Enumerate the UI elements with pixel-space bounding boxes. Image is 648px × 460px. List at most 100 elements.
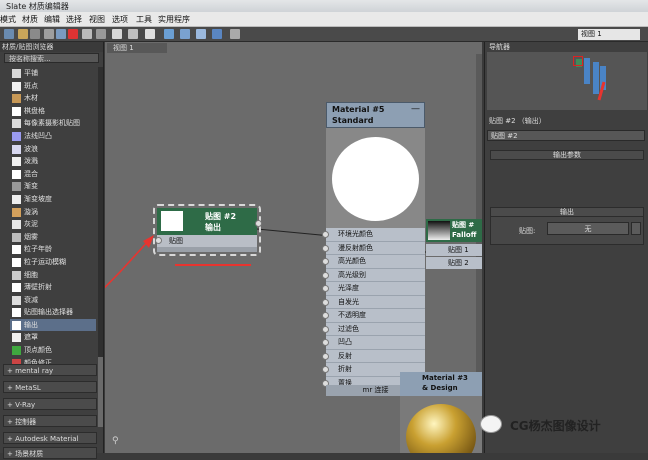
menu-view[interactable]: 视图 [89, 14, 105, 25]
select-tool-icon[interactable] [4, 29, 14, 39]
map-list-item[interactable]: 斑点 [10, 80, 96, 93]
rollout-autodesk-library[interactable]: + Autodesk Material Library [3, 432, 97, 455]
material-node-header[interactable]: Material #5 Standard — [326, 102, 425, 128]
background-icon[interactable] [112, 29, 122, 39]
map-list-item[interactable]: 法线凹凸 [10, 130, 96, 143]
reset-icon[interactable] [56, 29, 66, 39]
zoom-icon[interactable] [230, 29, 240, 39]
map-name-field[interactable]: 贴图 #2 [487, 130, 645, 141]
move-children-icon[interactable] [82, 29, 92, 39]
slot-socket[interactable] [322, 271, 329, 279]
menu-options[interactable]: 选项 [112, 14, 128, 25]
output-node-slot[interactable]: 贴图 [155, 235, 257, 247]
material-slot[interactable]: 自发光 [322, 295, 425, 309]
navigator-view[interactable] [487, 52, 647, 110]
pick-tool-icon[interactable] [18, 29, 28, 39]
menu-utilities[interactable]: 实用程序 [158, 14, 190, 25]
rollout-controllers[interactable]: + 控制器 [3, 415, 97, 427]
transform-icon[interactable] [180, 29, 190, 39]
slot-socket[interactable] [322, 352, 329, 360]
menu-material[interactable]: 材质 [22, 14, 38, 25]
rollout-output[interactable]: 输出 [490, 207, 644, 217]
map-list-item[interactable]: 粒子运动模糊 [10, 256, 96, 269]
delete-icon[interactable] [68, 29, 78, 39]
map-list-item[interactable]: 木材 [10, 92, 96, 105]
material-slot[interactable]: 环境光颜色 [322, 228, 425, 242]
slot-socket[interactable] [322, 366, 329, 373]
material-slot[interactable]: 光泽度 [322, 282, 425, 296]
falloff-node[interactable]: 贴图 # Falloff 贴图 1 贴图 2 [426, 219, 482, 279]
browser-scrollbar[interactable] [98, 67, 103, 427]
map-list-item[interactable]: 渐变 [10, 180, 96, 193]
map-list-item[interactable]: 泼溅 [10, 155, 96, 168]
material3-node[interactable]: Material #3 & Design [400, 372, 482, 453]
search-input[interactable]: 按名称搜索... [4, 53, 99, 63]
slot-socket[interactable] [322, 312, 329, 319]
lock-icon[interactable] [212, 29, 222, 39]
rollout-mental-ray[interactable]: + mental ray [3, 364, 97, 376]
material-node[interactable]: Material #5 Standard — 环境光颜色 漫反射颜色 高光颜色 高光级… [322, 102, 425, 402]
menu-edit[interactable]: 编辑 [44, 14, 60, 25]
slot-socket[interactable] [322, 339, 329, 346]
map-list-item[interactable]: 输出 [10, 318, 96, 332]
scrollbar-thumb[interactable] [98, 357, 103, 427]
slot-socket[interactable] [322, 258, 329, 265]
menu-select[interactable]: 选择 [66, 14, 82, 25]
map-list-item[interactable]: 每像素摄影机贴图 [10, 117, 96, 130]
layout-children-icon[interactable] [145, 29, 155, 39]
map-list-item[interactable]: 细胞 [10, 269, 96, 282]
falloff-slot-1[interactable]: 贴图 1 [426, 244, 482, 256]
material-slot[interactable]: 不透明度 [322, 309, 425, 323]
slot-socket[interactable] [322, 231, 329, 238]
put-material-icon[interactable] [30, 29, 40, 39]
view-dropdown[interactable]: 视图 1 [578, 29, 640, 40]
material-slot[interactable]: 过滤色 [322, 322, 425, 336]
map-list-item[interactable]: 漩涡 [10, 206, 96, 219]
output-node[interactable]: 贴图 #2 输出 贴图 [153, 204, 262, 256]
minimize-icon[interactable]: — [411, 104, 420, 114]
rollout-vray[interactable]: + V-Ray [3, 398, 97, 410]
map-list-item[interactable]: 灰泥 [10, 218, 96, 231]
falloff-slot-2[interactable]: 贴图 2 [426, 257, 482, 269]
material-slot[interactable]: 高光颜色 [322, 255, 425, 269]
view-icon[interactable] [196, 29, 206, 39]
map-list-item[interactable]: 混合 [10, 168, 96, 181]
output-node-header[interactable]: 贴图 #2 输出 [157, 208, 257, 235]
rollout-output-params[interactable]: 输出参数 [490, 150, 644, 160]
map-list-item[interactable]: 渐变坡度 [10, 193, 96, 206]
slot-socket[interactable] [322, 325, 329, 333]
material3-node-header[interactable]: Material #3 & Design [400, 372, 482, 396]
material-slot[interactable]: 漫反射颜色 [322, 241, 425, 255]
menu-tools[interactable]: 工具 [136, 14, 152, 25]
node-view[interactable]: 视图 1 贴图 #2 输出 贴图 Material #5 Standard — … [105, 42, 482, 453]
show-map-icon[interactable] [96, 29, 106, 39]
material-slot[interactable]: 凹凸 [322, 336, 425, 350]
map-list-item[interactable]: 薄壁折射 [10, 281, 96, 294]
map-list-item[interactable]: 遮罩 [10, 331, 96, 344]
slot-socket[interactable] [322, 285, 329, 292]
map-list-item[interactable]: 棋盘格 [10, 105, 96, 118]
navigator-viewport-rect[interactable] [573, 56, 583, 66]
map-list-item[interactable]: 顶点颜色 [10, 344, 96, 357]
map-list-item[interactable]: 衰减 [10, 294, 96, 307]
map-list-item[interactable]: 粒子年龄 [10, 243, 96, 256]
binoculars-icon[interactable]: ⚲ [112, 436, 119, 446]
input-socket[interactable] [155, 237, 162, 244]
output-socket[interactable] [255, 220, 262, 227]
map-list-item[interactable]: 平铺 [10, 67, 96, 80]
map-button[interactable]: 无 [547, 222, 629, 235]
slot-socket[interactable] [322, 244, 329, 252]
map-options-button[interactable] [631, 222, 641, 235]
rollout-metasl[interactable]: + MetaSL [3, 381, 97, 393]
menu-mode[interactable]: 模式 [0, 14, 16, 25]
rollout-scene-materials[interactable]: + 场景材质 [3, 447, 97, 459]
assign-material-icon[interactable] [44, 29, 54, 39]
slot-socket[interactable] [322, 298, 329, 306]
material-params-icon[interactable] [164, 29, 174, 39]
layout-icon[interactable] [128, 29, 138, 39]
map-list-item[interactable]: 贴图输出选择器 [10, 306, 96, 319]
material-slot[interactable]: 高光级别 [322, 268, 425, 282]
map-list-item[interactable]: 波浪 [10, 143, 96, 156]
material-slot[interactable]: 反射 [322, 349, 425, 363]
map-list-item[interactable]: 烟雾 [10, 231, 96, 244]
